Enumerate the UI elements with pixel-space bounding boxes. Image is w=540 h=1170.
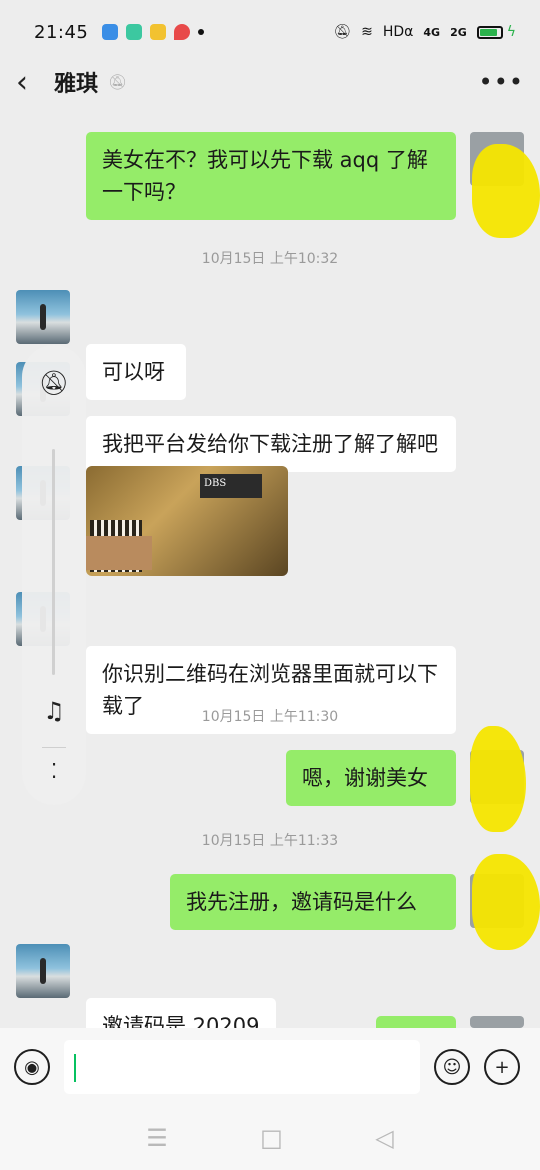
bell-off-icon[interactable]: 🔕︎ (22, 369, 86, 397)
location-icon (174, 24, 191, 40)
app-notification-icon (102, 24, 119, 40)
more-functions-button[interactable]: + (484, 1049, 520, 1085)
message-row: 可以呀 (0, 290, 540, 400)
app-notification-icon (150, 24, 167, 40)
voice-input-button[interactable]: ◉ (14, 1049, 50, 1085)
more-notifications-dot (198, 29, 205, 35)
signal-4g: 4G (423, 25, 441, 39)
timestamp: 10月15日 上午10:32 (201, 251, 339, 267)
slider-track[interactable] (52, 449, 55, 675)
floating-side-panel[interactable]: 🔕︎ ♫ ⁚ (22, 345, 86, 805)
timestamp: 10月15日 上午11:33 (201, 833, 339, 849)
signal-2g: 2G (450, 25, 467, 39)
chat-header: ‹ 雅琪 🔕︎ ••• (0, 56, 540, 108)
more-vertical-icon[interactable]: ⁚ (22, 761, 86, 781)
emoji-button[interactable]: ☺ (434, 1049, 470, 1085)
message-input[interactable] (64, 1040, 420, 1094)
back-icon[interactable]: ‹ (16, 65, 52, 100)
more-options-button[interactable]: ••• (479, 68, 524, 96)
home-nav-icon[interactable]: □ (260, 1124, 283, 1152)
my-avatar[interactable] (470, 1016, 524, 1028)
message-row: 邀请码是 20209 (0, 944, 540, 1028)
contact-avatar[interactable] (16, 944, 70, 998)
message-bubble-outgoing[interactable]: 我先注册，邀请码是什么 (170, 874, 456, 930)
system-nav-bar: ☰ □ ◁ (0, 1106, 540, 1170)
input-bar: ◉ ☺ + (0, 1028, 540, 1106)
contact-avatar[interactable] (16, 290, 70, 344)
notification-icons (102, 24, 205, 40)
charging-icon: ϟ (506, 24, 516, 40)
menu-nav-icon[interactable]: ☰ (146, 1124, 168, 1152)
network-type: HDα (382, 24, 414, 40)
redaction-mark (472, 854, 540, 950)
panel-divider (42, 747, 66, 748)
message-bubble-incoming[interactable]: 我把平台发给你下载注册了解了解吧 (86, 416, 456, 472)
image-message[interactable]: DBS (86, 466, 288, 576)
message-bubble-incoming[interactable]: 邀请码是 20209 (86, 998, 276, 1028)
mute-status-icon: 🔕︎ (333, 24, 352, 40)
muted-bell-icon: 🔕︎ (108, 73, 128, 91)
text-caret (74, 1054, 76, 1082)
redaction-mark (86, 536, 152, 570)
back-nav-icon[interactable]: ◁ (375, 1124, 393, 1152)
app-notification-icon (126, 24, 143, 40)
wifi-icon: ≋ (361, 24, 373, 40)
message-bubble-outgoing[interactable]: 美女在不？我可以先下载 aqq 了解一下吗？ (86, 132, 456, 220)
redaction-mark (470, 726, 526, 832)
status-bar: 21:45 🔕︎ ≋ HDα 4G 2G ϟ (0, 0, 540, 64)
chat-title: 雅琪 (54, 72, 99, 97)
redaction-mark (472, 144, 540, 238)
battery-icon (476, 25, 503, 39)
status-right: 🔕︎ ≋ HDα 4G 2G ϟ (333, 24, 516, 40)
image-caption: DBS (200, 474, 262, 498)
message-bubble-outgoing[interactable]: 嗯，谢谢美女 (286, 750, 456, 806)
status-time: 21:45 (34, 21, 89, 43)
music-off-icon[interactable]: ♫ (22, 697, 86, 725)
message-bubble-outgoing[interactable] (376, 1016, 456, 1028)
